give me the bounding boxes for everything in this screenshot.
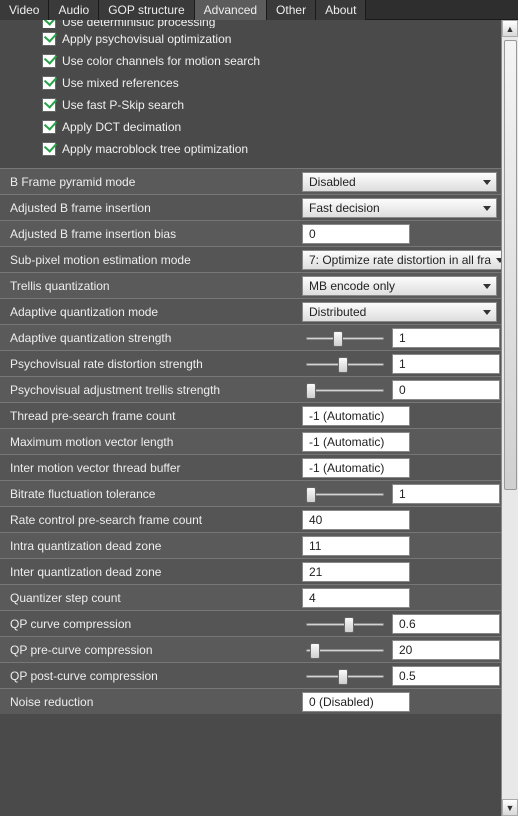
- label-adjbbias: Adjusted B frame insertion bias: [10, 227, 298, 241]
- label-interdz: Inter quantization dead zone: [10, 565, 298, 579]
- slider-aqstr[interactable]: [302, 328, 388, 348]
- input-threadpre[interactable]: -1 (Automatic): [302, 406, 410, 426]
- label-intradz: Intra quantization dead zone: [10, 539, 298, 553]
- vertical-scrollbar[interactable]: ▲ ▼: [501, 20, 518, 816]
- label-aqstr: Adaptive quantization strength: [10, 331, 298, 345]
- input-adjbbias[interactable]: 0: [302, 224, 410, 244]
- advanced-panel: Use deterministic processing Apply psych…: [0, 20, 501, 816]
- label-psyopt: Apply psychovisual optimization: [62, 32, 231, 46]
- label-dct: Apply DCT decimation: [62, 120, 181, 134]
- checkbox-pskip[interactable]: [42, 98, 56, 112]
- label-psytrel: Psychovisual adjustment trellis strength: [10, 383, 298, 397]
- slider-qppost[interactable]: [302, 666, 388, 686]
- scroll-down-button[interactable]: ▼: [502, 799, 518, 816]
- label-noise: Noise reduction: [10, 695, 298, 709]
- slider-psytrel[interactable]: [302, 380, 388, 400]
- input-qppre[interactable]: 20: [392, 640, 500, 660]
- input-intradz[interactable]: 11: [302, 536, 410, 556]
- label-qppost: QP post-curve compression: [10, 669, 298, 683]
- tab-audio[interactable]: Audio: [49, 0, 99, 20]
- dropdown-bpyramid[interactable]: Disabled: [302, 172, 497, 192]
- label-colorchan: Use color channels for motion search: [62, 54, 260, 68]
- tab-about[interactable]: About: [316, 0, 366, 20]
- dropdown-trellis[interactable]: MB encode only: [302, 276, 497, 296]
- label-mixedref: Use mixed references: [62, 76, 179, 90]
- input-interdz[interactable]: 21: [302, 562, 410, 582]
- dropdown-aqmode[interactable]: Distributed: [302, 302, 497, 322]
- tab-advanced[interactable]: Advanced: [195, 0, 267, 20]
- checkbox-colorchan[interactable]: [42, 54, 56, 68]
- scroll-thumb[interactable]: [504, 40, 517, 490]
- input-aqstr[interactable]: 1: [392, 328, 500, 348]
- checkbox-deterministic[interactable]: [42, 20, 56, 28]
- label-threadpre: Thread pre-search frame count: [10, 409, 298, 423]
- input-rcpre[interactable]: 40: [302, 510, 410, 530]
- checkbox-dct[interactable]: [42, 120, 56, 134]
- label-maxmv: Maximum motion vector length: [10, 435, 298, 449]
- label-qppre: QP pre-curve compression: [10, 643, 298, 657]
- input-maxmv[interactable]: -1 (Automatic): [302, 432, 410, 452]
- slider-qppre[interactable]: [302, 640, 388, 660]
- label-qpcurve: QP curve compression: [10, 617, 298, 631]
- input-fluct[interactable]: 1: [392, 484, 500, 504]
- label-psyrate: Psychovisual rate distortion strength: [10, 357, 298, 371]
- label-pskip: Use fast P-Skip search: [62, 98, 184, 112]
- slider-fluct[interactable]: [302, 484, 388, 504]
- dropdown-subpix[interactable]: 7: Optimize rate distortion in all fra: [302, 250, 501, 270]
- input-psyrate[interactable]: 1: [392, 354, 500, 374]
- input-qstep[interactable]: 4: [302, 588, 410, 608]
- slider-psyrate[interactable]: [302, 354, 388, 374]
- label-rcpre: Rate control pre-search frame count: [10, 513, 298, 527]
- label-adjb: Adjusted B frame insertion: [10, 201, 298, 215]
- checkbox-psyopt[interactable]: [42, 32, 56, 46]
- checkbox-mixedref[interactable]: [42, 76, 56, 90]
- tab-gop-structure[interactable]: GOP structure: [99, 0, 194, 20]
- slider-qpcurve[interactable]: [302, 614, 388, 634]
- label-trellis: Trellis quantization: [10, 279, 298, 293]
- input-qppost[interactable]: 0.5: [392, 666, 500, 686]
- label-bpyramid: B Frame pyramid mode: [10, 175, 298, 189]
- tab-bar: Video Audio GOP structure Advanced Other…: [0, 0, 518, 20]
- label-fluct: Bitrate fluctuation tolerance: [10, 487, 298, 501]
- tab-other[interactable]: Other: [267, 0, 316, 20]
- input-noise[interactable]: 0 (Disabled): [302, 692, 410, 712]
- scroll-up-button[interactable]: ▲: [502, 20, 518, 37]
- input-qpcurve[interactable]: 0.6: [392, 614, 500, 634]
- checkbox-mbtree[interactable]: [42, 142, 56, 156]
- input-intermvbuf[interactable]: -1 (Automatic): [302, 458, 410, 478]
- label-mbtree: Apply macroblock tree optimization: [62, 142, 248, 156]
- label-aqmode: Adaptive quantization mode: [10, 305, 298, 319]
- label-intermvbuf: Inter motion vector thread buffer: [10, 461, 298, 475]
- dropdown-adjb[interactable]: Fast decision: [302, 198, 497, 218]
- label-qstep: Quantizer step count: [10, 591, 298, 605]
- label-deterministic: Use deterministic processing: [62, 20, 215, 28]
- tab-video[interactable]: Video: [0, 0, 49, 20]
- label-subpix: Sub-pixel motion estimation mode: [10, 253, 298, 267]
- input-psytrel[interactable]: 0: [392, 380, 500, 400]
